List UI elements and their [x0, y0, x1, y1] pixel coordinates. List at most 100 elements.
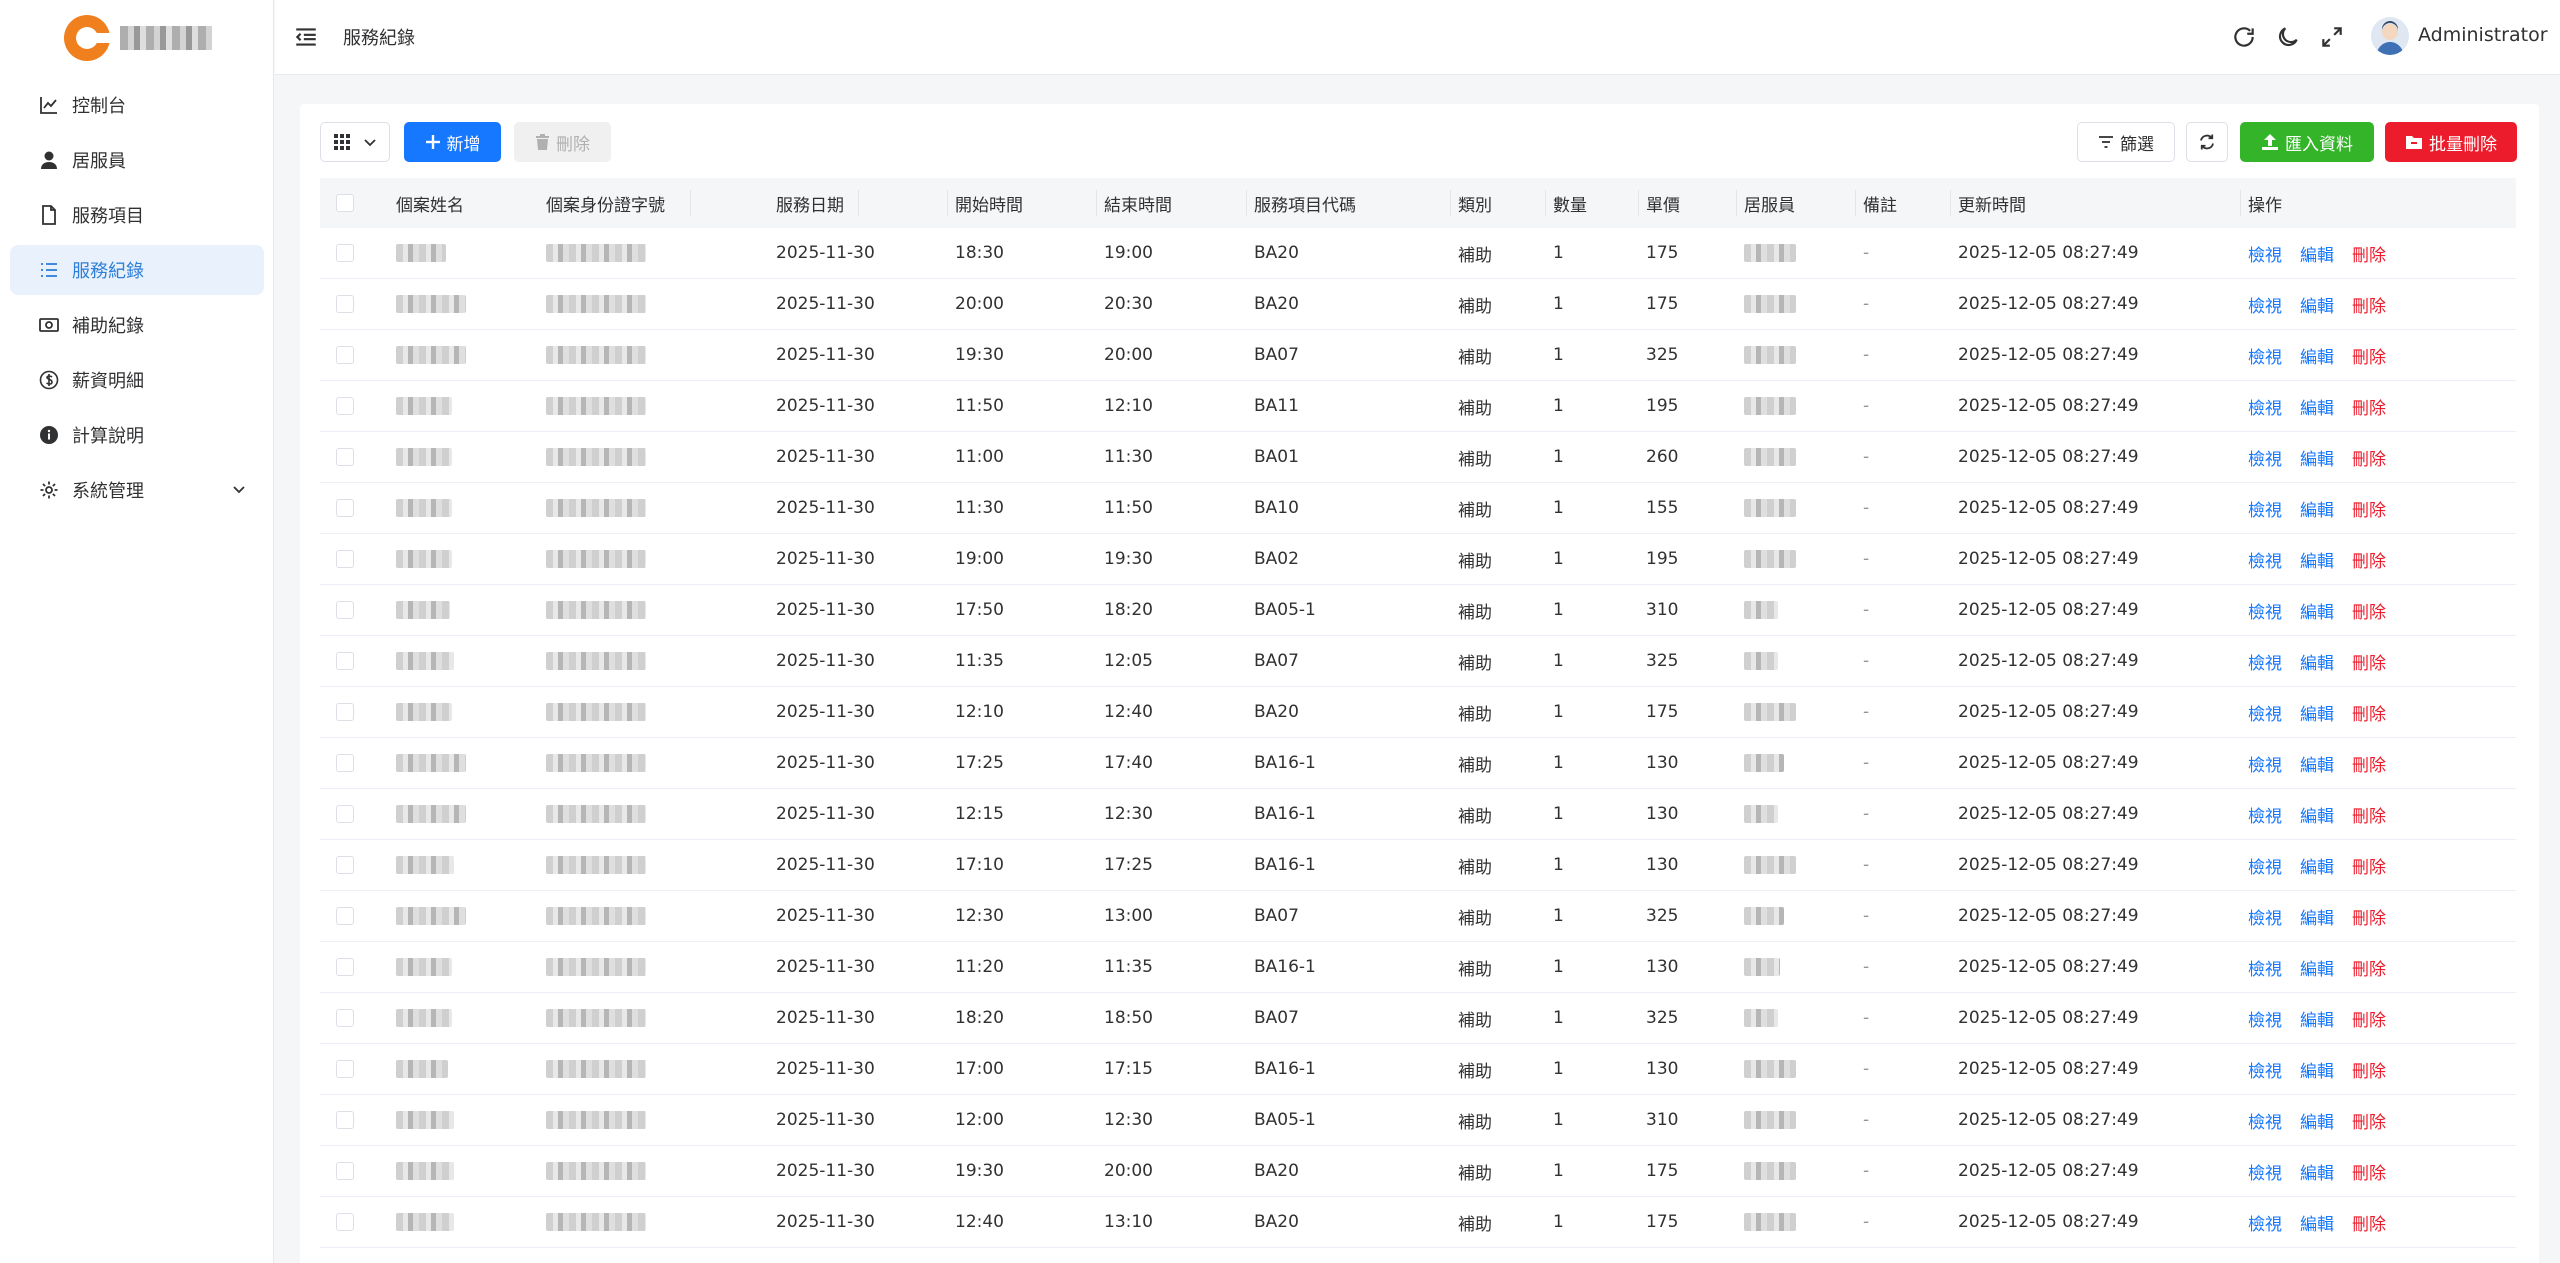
- table-row[interactable]: 2025-11-30 12:40 13:10 BA20 補助 1 175 - 2025-12-0…: [320, 1197, 2516, 1248]
- view-link[interactable]: 檢視: [2248, 496, 2282, 521]
- reload-icon[interactable]: [2231, 24, 2257, 50]
- column-divider[interactable]: [1638, 190, 1639, 216]
- table-row[interactable]: 2025-11-30 17:10 17:25 BA16-1 補助 1 130 - 2025-12…: [320, 840, 2516, 891]
- view-link[interactable]: 檢視: [2248, 598, 2282, 623]
- edit-link[interactable]: 編輯: [2300, 547, 2334, 572]
- edit-link[interactable]: 編輯: [2300, 292, 2334, 317]
- view-link[interactable]: 檢視: [2248, 1159, 2282, 1184]
- row-checkbox[interactable]: [336, 652, 354, 670]
- sidebar-item-6[interactable]: 計算說明: [10, 410, 264, 460]
- edit-link[interactable]: 編輯: [2300, 1210, 2334, 1235]
- row-checkbox[interactable]: [336, 448, 354, 466]
- delete-link[interactable]: 刪除: [2352, 751, 2386, 776]
- delete-link[interactable]: 刪除: [2352, 853, 2386, 878]
- table-row[interactable]: 2025-11-30 11:50 12:10 BA11 補助 1 195 - 2025-12-0…: [320, 381, 2516, 432]
- edit-link[interactable]: 編輯: [2300, 802, 2334, 827]
- edit-link[interactable]: 編輯: [2300, 751, 2334, 776]
- view-link[interactable]: 檢視: [2248, 751, 2282, 776]
- delete-link[interactable]: 刪除: [2352, 1006, 2386, 1031]
- view-link[interactable]: 檢視: [2248, 1108, 2282, 1133]
- table-row[interactable]: 2025-11-30 19:30 20:00 BA20 補助 1 175 - 2025-12-0…: [320, 1146, 2516, 1197]
- edit-link[interactable]: 編輯: [2300, 241, 2334, 266]
- delete-link[interactable]: 刪除: [2352, 1159, 2386, 1184]
- column-divider[interactable]: [1950, 190, 1951, 216]
- row-checkbox[interactable]: [336, 1060, 354, 1078]
- row-checkbox[interactable]: [336, 754, 354, 772]
- delete-link[interactable]: 刪除: [2352, 904, 2386, 929]
- edit-link[interactable]: 編輯: [2300, 700, 2334, 725]
- view-link[interactable]: 檢視: [2248, 649, 2282, 674]
- column-divider[interactable]: [1736, 190, 1737, 216]
- sidebar-item-2[interactable]: 服務項目: [10, 190, 264, 240]
- delete-link[interactable]: 刪除: [2352, 343, 2386, 368]
- dark-mode-moon-icon[interactable]: [2275, 24, 2301, 50]
- table-row[interactable]: 2025-11-30 17:25 17:40 BA16-1 補助 1 130 - 2025-12…: [320, 738, 2516, 789]
- table-row[interactable]: 2025-11-30 11:20 11:35 BA16-1 補助 1 130 - 2025-12…: [320, 942, 2516, 993]
- edit-link[interactable]: 編輯: [2300, 1108, 2334, 1133]
- sidebar-item-1[interactable]: 居服員: [10, 135, 264, 185]
- view-link[interactable]: 檢視: [2248, 394, 2282, 419]
- import-data-button[interactable]: 匯入資料: [2240, 122, 2374, 162]
- column-divider[interactable]: [1450, 190, 1451, 216]
- row-checkbox[interactable]: [336, 958, 354, 976]
- filter-button[interactable]: 篩選: [2077, 122, 2175, 162]
- edit-link[interactable]: 編輯: [2300, 445, 2334, 470]
- delete-link[interactable]: 刪除: [2352, 394, 2386, 419]
- delete-link[interactable]: 刪除: [2352, 547, 2386, 572]
- row-checkbox[interactable]: [336, 1111, 354, 1129]
- delete-link[interactable]: 刪除: [2352, 445, 2386, 470]
- sidebar-item-5[interactable]: 薪資明細: [10, 355, 264, 405]
- delete-link[interactable]: 刪除: [2352, 649, 2386, 674]
- delete-link[interactable]: 刪除: [2352, 1108, 2386, 1133]
- delete-link[interactable]: 刪除: [2352, 241, 2386, 266]
- column-divider[interactable]: [947, 190, 948, 216]
- edit-link[interactable]: 編輯: [2300, 343, 2334, 368]
- delete-link[interactable]: 刪除: [2352, 1210, 2386, 1235]
- delete-link[interactable]: 刪除: [2352, 598, 2386, 623]
- column-divider[interactable]: [1545, 190, 1546, 216]
- edit-link[interactable]: 編輯: [2300, 1057, 2334, 1082]
- column-divider[interactable]: [2240, 190, 2241, 216]
- table-row[interactable]: 2025-11-30 12:15 12:30 BA16-1 補助 1 130 - 2025-12…: [320, 789, 2516, 840]
- row-checkbox[interactable]: [336, 244, 354, 262]
- column-divider[interactable]: [690, 190, 691, 216]
- table-row[interactable]: 2025-11-30 20:00 20:30 BA20 補助 1 175 - 2025-12-0…: [320, 279, 2516, 330]
- table-row[interactable]: 2025-11-30 19:00 19:30 BA02 補助 1 195 - 2025-12-0…: [320, 534, 2516, 585]
- sidebar-item-3[interactable]: 服務紀錄: [10, 245, 264, 295]
- edit-link[interactable]: 編輯: [2300, 598, 2334, 623]
- table-row[interactable]: 2025-11-30 18:20 18:50 BA07 補助 1 325 - 2025-12-0…: [320, 993, 2516, 1044]
- view-link[interactable]: 檢視: [2248, 904, 2282, 929]
- column-view-toggle[interactable]: [320, 122, 390, 162]
- bulk-delete-button[interactable]: 批量刪除: [2385, 122, 2517, 162]
- row-checkbox[interactable]: [336, 703, 354, 721]
- delete-link[interactable]: 刪除: [2352, 700, 2386, 725]
- view-link[interactable]: 檢視: [2248, 343, 2282, 368]
- row-checkbox[interactable]: [336, 397, 354, 415]
- column-divider[interactable]: [1855, 190, 1856, 216]
- table-row[interactable]: 2025-11-30 19:30 20:00 BA07 補助 1 325 - 2025-12-0…: [320, 330, 2516, 381]
- table-row[interactable]: 2025-11-30 12:00 12:30 BA05-1 補助 1 310 - 2025-12…: [320, 1095, 2516, 1146]
- row-checkbox[interactable]: [336, 295, 354, 313]
- edit-link[interactable]: 編輯: [2300, 1006, 2334, 1031]
- add-button[interactable]: 新增: [404, 122, 501, 162]
- view-link[interactable]: 檢視: [2248, 292, 2282, 317]
- table-row[interactable]: 2025-11-30 18:30 19:00 BA20 補助 1 175 - 2025-12-0…: [320, 228, 2516, 279]
- edit-link[interactable]: 編輯: [2300, 394, 2334, 419]
- edit-link[interactable]: 編輯: [2300, 649, 2334, 674]
- view-link[interactable]: 檢視: [2248, 445, 2282, 470]
- sidebar-item-7[interactable]: 系統管理: [10, 465, 264, 515]
- row-checkbox[interactable]: [336, 1009, 354, 1027]
- sidebar-item-0[interactable]: 控制台: [10, 80, 264, 130]
- menu-collapse-icon[interactable]: [293, 24, 319, 50]
- edit-link[interactable]: 編輯: [2300, 496, 2334, 521]
- view-link[interactable]: 檢視: [2248, 1006, 2282, 1031]
- view-link[interactable]: 檢視: [2248, 955, 2282, 980]
- table-row[interactable]: 2025-11-30 11:35 12:05 BA07 補助 1 325 - 2025-12-0…: [320, 636, 2516, 687]
- table-row[interactable]: 2025-11-30 11:00 11:30 BA01 補助 1 260 - 2025-12-0…: [320, 432, 2516, 483]
- avatar[interactable]: [2371, 17, 2409, 55]
- table-row[interactable]: 2025-11-30 12:10 12:40 BA20 補助 1 175 - 2025-12-0…: [320, 687, 2516, 738]
- delete-link[interactable]: 刪除: [2352, 955, 2386, 980]
- row-checkbox[interactable]: [336, 1162, 354, 1180]
- edit-link[interactable]: 編輯: [2300, 904, 2334, 929]
- column-divider[interactable]: [1096, 190, 1097, 216]
